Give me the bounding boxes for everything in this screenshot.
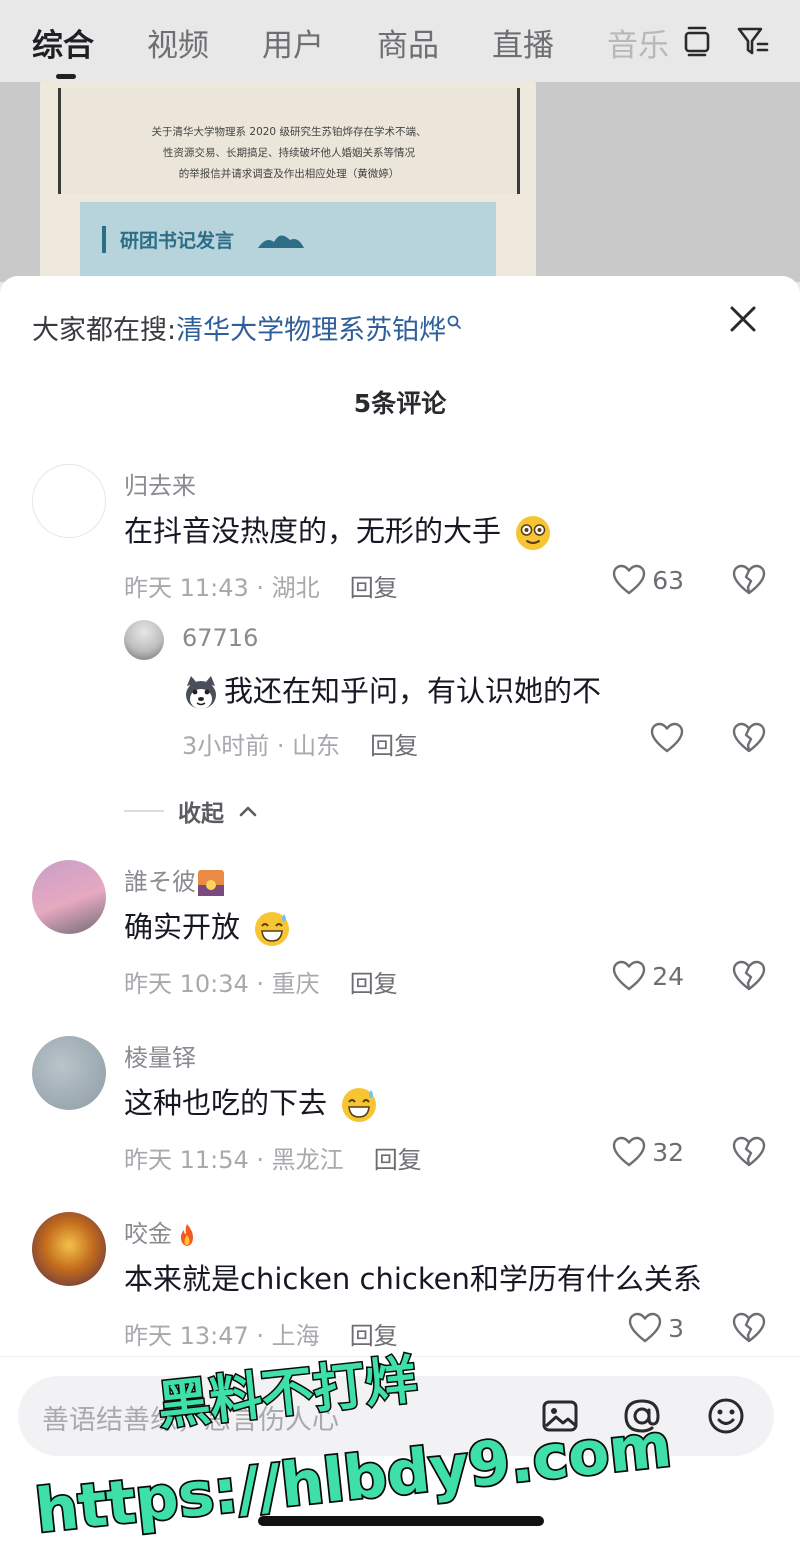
comment-text: 本来就是chicken chicken和学历有什么关系	[124, 1262, 702, 1296]
comment-meta: 昨天 10:34 · 重庆 回复	[124, 964, 398, 999]
tab-list: 综合 视频 用户 商品 直播 音乐	[32, 20, 722, 65]
reply-button[interactable]: 回复	[350, 1322, 398, 1350]
search-icon	[447, 315, 462, 329]
comment-username[interactable]: 67716	[182, 624, 258, 652]
comment-input[interactable]: 善语结善缘，恶言伤人心	[18, 1376, 774, 1456]
active-tab-indicator	[56, 74, 76, 79]
divider	[0, 1356, 800, 1357]
comment-username-text: 誰そ彼	[124, 868, 196, 896]
like-button[interactable]	[650, 722, 684, 754]
avatar[interactable]	[32, 860, 106, 934]
tab-products[interactable]: 商品	[377, 20, 492, 65]
broken-heart-icon[interactable]	[732, 960, 766, 992]
husky-dog-emoji-icon	[186, 676, 216, 709]
comment-time: 昨天 10:34 · 重庆	[124, 970, 320, 998]
sunset-icon	[198, 870, 224, 896]
search-tab-bar: 综合 视频 用户 商品 直播 音乐	[0, 0, 800, 82]
tab-video[interactable]: 视频	[147, 20, 262, 65]
fire-icon	[181, 1224, 193, 1246]
home-indicator[interactable]	[258, 1516, 544, 1526]
avatar[interactable]	[32, 1212, 106, 1286]
trending-search[interactable]: 大家都在搜:清华大学物理系苏铂烨	[32, 308, 462, 347]
avatar[interactable]	[32, 464, 106, 538]
document-frame: 关于清华大学物理系 2020 级研究生苏铂烨存在学术不端、 性资源交易、长期搞足…	[58, 88, 520, 194]
cloud-icon	[258, 235, 304, 248]
result-thumbnail[interactable]: 关于清华大学物理系 2020 级研究生苏铂烨存在学术不端、 性资源交易、长期搞足…	[40, 82, 536, 302]
comment-text: 我还在知乎问，有认识她的不	[224, 674, 602, 708]
like-count: 32	[652, 1137, 684, 1167]
image-icon[interactable]	[538, 1394, 582, 1438]
trending-prefix: 大家都在搜:	[32, 315, 177, 346]
collapse-label: 收起	[178, 801, 224, 827]
document-line: 的举报信并请求调查及作出相应处理（黄微婷）	[178, 168, 400, 180]
comment-time: 昨天 11:54 · 黑龙江	[124, 1146, 344, 1174]
like-count: 3	[668, 1313, 684, 1343]
reply-button[interactable]: 回复	[374, 1146, 422, 1174]
dizzy-face-emoji-icon	[516, 516, 551, 550]
comment-username[interactable]: 归去来	[124, 466, 196, 501]
like-count: 24	[652, 961, 684, 991]
document-heading: 研团书记发言	[102, 226, 234, 253]
comment-meta: 昨天 11:43 · 湖北 回复	[124, 568, 398, 603]
trending-term[interactable]: 清华大学物理系苏铂烨	[176, 315, 446, 346]
heart-icon	[650, 722, 684, 753]
broken-heart-icon[interactable]	[732, 722, 766, 754]
comment-body: 这种也吃的下去	[124, 1080, 378, 1124]
comment-body: 本来就是chicken chicken和学历有什么关系	[124, 1256, 702, 1298]
chevron-up-icon	[239, 806, 257, 817]
comment-meta: 3小时前 · 山东 回复	[182, 726, 418, 761]
comment-time: 昨天 11:43 · 湖北	[124, 574, 320, 602]
at-mention-icon[interactable]	[620, 1394, 664, 1438]
comment-time: 昨天 13:47 · 上海	[124, 1322, 320, 1350]
heart-icon	[612, 960, 646, 991]
tab-users[interactable]: 用户	[262, 20, 377, 65]
like-button[interactable]: 24	[612, 960, 684, 992]
comment-text: 在抖音没热度的，无形的大手	[124, 514, 502, 548]
comment-username[interactable]: 誰そ彼	[124, 862, 224, 897]
comment-input-placeholder: 善语结善缘，恶言伤人心	[42, 1405, 339, 1436]
comment-username-text: 咬金	[124, 1220, 172, 1248]
broken-heart-icon[interactable]	[732, 1136, 766, 1168]
like-count: 63	[652, 565, 684, 595]
collapse-replies-button[interactable]: 收起	[124, 794, 258, 828]
comment-body: 确实开放	[124, 904, 291, 948]
grin-sweat-emoji-icon	[342, 1088, 377, 1122]
document-text: 关于清华大学物理系 2020 级研究生苏铂烨存在学术不端、 性资源交易、长期搞足…	[61, 88, 517, 185]
broken-heart-icon[interactable]	[732, 564, 766, 596]
avatar[interactable]	[124, 620, 164, 660]
comment-body: 在抖音没热度的，无形的大手	[124, 508, 552, 552]
reply-button[interactable]: 回复	[370, 732, 418, 760]
comment-username[interactable]: 棱量铎	[124, 1038, 196, 1073]
like-button[interactable]: 3	[628, 1312, 684, 1344]
tab-live[interactable]: 直播	[492, 20, 607, 65]
comment-count-title: 5条评论	[353, 389, 447, 418]
broken-heart-icon[interactable]	[732, 1312, 766, 1344]
emoji-picker-icon[interactable]	[704, 1394, 748, 1438]
like-button[interactable]: 32	[612, 1136, 684, 1168]
comment-meta: 昨天 11:54 · 黑龙江 回复	[124, 1140, 422, 1175]
comment-meta: 昨天 13:47 · 上海 回复	[124, 1316, 398, 1351]
filter-icon[interactable]	[736, 24, 770, 62]
close-icon[interactable]	[726, 302, 760, 336]
heart-icon	[628, 1312, 662, 1343]
document-line: 性资源交易、长期搞足、持续破坏他人婚姻关系等情况	[163, 147, 415, 159]
comment-username[interactable]: 咬金	[124, 1214, 200, 1249]
heart-icon	[612, 1136, 646, 1167]
reply-button[interactable]: 回复	[350, 574, 398, 602]
avatar[interactable]	[32, 1036, 106, 1110]
comment-sheet: 大家都在搜:清华大学物理系苏铂烨 5条评论 归去来 在抖音没热度的，无形的大手 …	[0, 276, 800, 1542]
comment-text: 确实开放	[124, 910, 241, 944]
comment-text: 这种也吃的下去	[124, 1086, 328, 1120]
reply-button[interactable]: 回复	[350, 970, 398, 998]
comment-time: 3小时前 · 山东	[182, 732, 341, 760]
like-button[interactable]: 63	[612, 564, 684, 596]
tab-comprehensive[interactable]: 综合	[32, 20, 147, 65]
grin-sweat-emoji-icon	[255, 912, 290, 946]
document-line: 关于清华大学物理系 2020 级研究生苏铂烨存在学术不端、	[151, 126, 427, 138]
comment-body: 我还在知乎问，有认识她的不	[182, 668, 601, 712]
heart-icon	[612, 564, 646, 595]
divider	[124, 810, 164, 812]
layers-icon[interactable]	[680, 24, 714, 62]
